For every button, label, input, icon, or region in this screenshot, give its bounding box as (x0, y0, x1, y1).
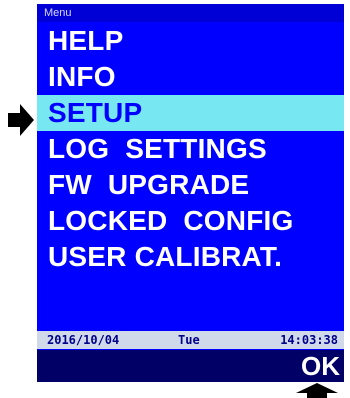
main-menu: HELP INFO SETUP LOG SETTINGS FW UPGRADE … (37, 23, 344, 275)
status-day: Tue (178, 333, 200, 347)
menu-item-info[interactable]: INFO (37, 59, 344, 95)
status-date: 2016/10/04 (47, 333, 120, 347)
softkey-bar: OK (37, 350, 344, 382)
menu-item-user-calibrat[interactable]: USER CALIBRAT. (37, 239, 344, 275)
menu-item-setup[interactable]: SETUP (37, 95, 344, 131)
screen-title: Menu (37, 4, 344, 22)
status-time: 14:03:38 (280, 333, 338, 347)
device-screen: Menu HELP INFO SETUP LOG SETTINGS FW UPG… (37, 4, 344, 382)
menu-item-log-settings[interactable]: LOG SETTINGS (37, 131, 344, 167)
menu-item-help[interactable]: HELP (37, 23, 344, 59)
menu-item-fw-upgrade[interactable]: FW UPGRADE (37, 167, 344, 203)
ok-pointer-up-arrow-icon (296, 383, 338, 398)
status-bar: 2016/10/04 Tue 14:03:38 (37, 331, 344, 349)
selection-pointer-right-arrow-icon (8, 104, 34, 136)
menu-item-locked-config[interactable]: LOCKED CONFIG (37, 203, 344, 239)
ok-softkey[interactable]: OK (301, 350, 340, 382)
